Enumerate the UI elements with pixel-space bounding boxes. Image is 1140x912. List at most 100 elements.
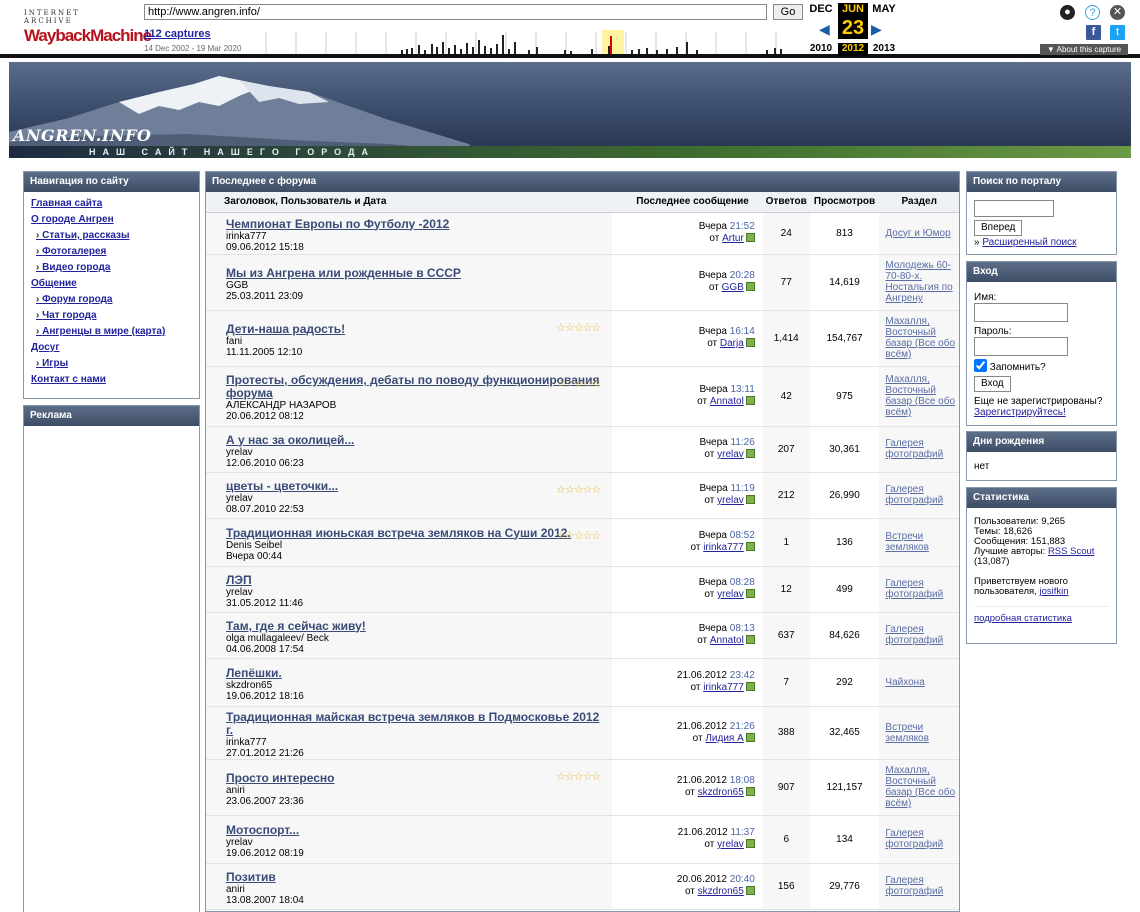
- prev-month[interactable]: DEC: [806, 3, 836, 15]
- nav-photo-gallery[interactable]: Фотогалерея: [24, 244, 199, 260]
- go-to-last-post-icon[interactable]: [745, 787, 755, 796]
- topic-title-link[interactable]: Дети-наша радость!: [226, 322, 606, 336]
- register-link[interactable]: Зарегистрируйтесь!: [974, 407, 1066, 418]
- topic-date: Вчера 00:44: [226, 550, 283, 562]
- nav-games[interactable]: Игры: [24, 356, 199, 372]
- section-link[interactable]: Галерея фотографий: [885, 484, 943, 506]
- topic-title-link[interactable]: Мотоспорт...: [226, 823, 606, 837]
- topic-title-link[interactable]: Чемпионат Европы по Футболу -2012: [226, 217, 606, 231]
- section-link[interactable]: Галерея фотографий: [885, 828, 943, 850]
- topic-title-link[interactable]: Традиционная июньская встреча земляков н…: [226, 526, 606, 540]
- search-title: Поиск по порталу: [967, 172, 1116, 192]
- wayback-go-button[interactable]: Go: [773, 4, 803, 20]
- about-capture-button[interactable]: ▼ About this capture: [1040, 44, 1128, 55]
- nav-contact[interactable]: Контакт с нами: [24, 372, 199, 388]
- nav-about-city[interactable]: О городе Ангрен: [24, 212, 199, 228]
- go-to-last-post-icon[interactable]: [745, 396, 755, 405]
- go-to-last-post-icon[interactable]: [745, 542, 755, 551]
- next-capture-arrow-icon[interactable]: ▶: [871, 21, 882, 38]
- section-link[interactable]: Молодежь 60-70-80-х. Ностальгия по Ангре…: [885, 260, 952, 304]
- last-post-user[interactable]: Annatol: [710, 635, 744, 646]
- next-month[interactable]: MAY: [869, 3, 899, 15]
- wayback-logo[interactable]: INTERNET ARCHIVE WaybackMachine: [24, 9, 152, 45]
- nav-chat[interactable]: Чат города: [24, 308, 199, 324]
- last-post-user[interactable]: yrelav: [717, 495, 744, 506]
- remember-checkbox[interactable]: [974, 359, 987, 372]
- section-link[interactable]: Галерея фотографий: [885, 624, 943, 646]
- last-post-user[interactable]: GGB: [722, 282, 744, 293]
- nav-forum[interactable]: Форум города: [24, 292, 199, 308]
- site-brand[interactable]: ANGREN.INFO: [13, 126, 151, 145]
- stats-more-link[interactable]: подробная статистика: [974, 613, 1072, 624]
- topic-title-link[interactable]: А у нас за околицей...: [226, 433, 606, 447]
- stats-best-user[interactable]: RSS Scout: [1048, 546, 1094, 557]
- go-to-last-post-icon[interactable]: [745, 839, 755, 848]
- nav-communication[interactable]: Общение: [24, 276, 199, 292]
- section-link[interactable]: Галерея фотографий: [885, 578, 943, 600]
- topic-title-link[interactable]: Лепёшки.: [226, 666, 606, 680]
- nav-home[interactable]: Главная сайта: [24, 196, 199, 212]
- go-to-last-post-icon[interactable]: [745, 635, 755, 644]
- password-input[interactable]: [974, 337, 1068, 356]
- next-year[interactable]: 2013: [869, 43, 899, 54]
- nav-articles[interactable]: Статьи, рассказы: [24, 228, 199, 244]
- last-post-user[interactable]: irinka777: [703, 542, 744, 553]
- close-icon[interactable]: ✕: [1110, 5, 1125, 20]
- last-post-user[interactable]: Darja: [720, 338, 744, 349]
- section-link[interactable]: Чайхона: [885, 677, 924, 688]
- go-to-last-post-icon[interactable]: [745, 338, 755, 347]
- topic-title-link[interactable]: Протесты, обсуждения, дебаты по поводу ф…: [226, 374, 606, 400]
- last-post-user[interactable]: skzdron65: [698, 886, 744, 897]
- twitter-icon[interactable]: t: [1110, 25, 1125, 40]
- last-post-user[interactable]: Annatol: [710, 396, 744, 407]
- nav-city-video[interactable]: Видео города: [24, 260, 199, 276]
- go-to-last-post-icon[interactable]: [745, 732, 755, 742]
- search-button[interactable]: Вперед: [974, 220, 1023, 236]
- nav-leisure[interactable]: Досуг: [24, 340, 199, 356]
- section-link[interactable]: Встречи земляков: [885, 722, 929, 744]
- topic-title-link[interactable]: Мы из Ангрена или рожденные в СССР: [226, 266, 606, 280]
- capture-sparkline[interactable]: [246, 30, 804, 54]
- nav-world-map[interactable]: Ангренцы в мире (карта): [24, 324, 199, 340]
- topic-title-link[interactable]: Позитив: [226, 870, 606, 884]
- section-link[interactable]: Махалля, Восточный базар (Все обо всём): [885, 316, 955, 360]
- topic-title-link[interactable]: Традиционная майская встреча земляков в …: [226, 710, 606, 737]
- facebook-icon[interactable]: f: [1086, 25, 1101, 40]
- last-post-user[interactable]: yrelav: [717, 449, 744, 460]
- login-button[interactable]: Вход: [974, 376, 1011, 392]
- go-to-last-post-icon[interactable]: [745, 589, 755, 598]
- go-to-last-post-icon[interactable]: [745, 682, 755, 691]
- section-link[interactable]: Встречи земляков: [885, 531, 929, 553]
- go-to-last-post-icon[interactable]: [745, 449, 755, 458]
- topic-title-link[interactable]: Там, где я сейчас живу!: [226, 619, 606, 633]
- topic-title-link[interactable]: Просто интересно: [226, 771, 606, 785]
- last-post-user[interactable]: Artur: [722, 233, 744, 244]
- search-input[interactable]: [974, 200, 1054, 217]
- wayback-url-input[interactable]: [144, 4, 767, 20]
- section-link[interactable]: Махалля, Восточный базар (Все обо всём): [885, 765, 955, 809]
- topic-title-link[interactable]: цветы - цветочки...: [226, 479, 606, 493]
- last-post-user[interactable]: Лидия А: [705, 733, 743, 744]
- go-to-last-post-icon[interactable]: [745, 495, 755, 504]
- advanced-search-link[interactable]: Расширенный поиск: [982, 237, 1076, 248]
- username-input[interactable]: [974, 303, 1068, 322]
- section-link[interactable]: Галерея фотографий: [885, 875, 943, 897]
- last-post-user[interactable]: skzdron65: [698, 787, 744, 798]
- section-link[interactable]: Галерея фотографий: [885, 438, 943, 460]
- current-year: 2012: [838, 43, 868, 56]
- last-post-user[interactable]: yrelav: [717, 839, 744, 850]
- prev-capture-arrow-icon[interactable]: ◀: [819, 21, 830, 38]
- last-post-user[interactable]: yrelav: [717, 589, 744, 600]
- captures-link[interactable]: 112 captures: [144, 28, 211, 40]
- help-icon[interactable]: ?: [1085, 5, 1100, 20]
- account-icon[interactable]: ●: [1060, 5, 1075, 20]
- section-link[interactable]: Махалля, Восточный базар (Все обо всём): [885, 374, 955, 418]
- go-to-last-post-icon[interactable]: [745, 233, 755, 242]
- go-to-last-post-icon[interactable]: [745, 282, 755, 291]
- prev-year[interactable]: 2010: [806, 43, 836, 54]
- go-to-last-post-icon[interactable]: [745, 886, 755, 895]
- stats-welcome-user[interactable]: josifkin: [1039, 586, 1068, 597]
- last-post-user[interactable]: irinka777: [703, 682, 744, 693]
- topic-title-link[interactable]: ЛЭП: [226, 573, 606, 587]
- section-link[interactable]: Досуг и Юмор: [885, 228, 950, 239]
